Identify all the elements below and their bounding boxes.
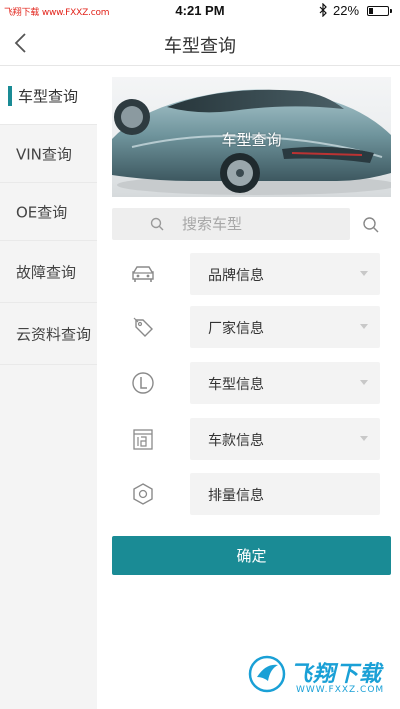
tag-icon [133,317,153,337]
sidebar-item-vehicle-model[interactable]: 车型查询 [0,67,97,125]
hexagon-icon [133,483,153,505]
banner-image: 车型查询 [112,77,391,197]
banner-caption: 车型查询 [221,131,282,149]
status-bar: 飞翔下载 www.FXXZ.com 4:21 PM 22% [0,0,400,22]
search-icon[interactable] [362,216,380,234]
letter-l-icon [132,372,154,394]
sidebar: 车型查询 VIN查询 OE查询 故障查询 云资料查询 [0,67,97,709]
watermark-brand: 飞翔下载 [290,662,383,687]
sidebar-item-fault[interactable]: 故障查询 [0,241,97,303]
car-icon [132,266,154,282]
filter-row-version: 车款信息 [112,418,392,460]
version-select[interactable]: 车款信息 [190,418,380,460]
filter-row-displacement: 排量信息 [112,473,392,515]
chevron-down-icon [360,271,368,276]
sidebar-item-label: OE查询 [16,203,68,221]
brand-select[interactable]: 品牌信息 [190,253,380,295]
search-box [112,208,350,240]
sidebar-item-label: 云资料查询 [16,325,92,343]
brand-select-label: 品牌信息 [208,268,264,284]
active-indicator [8,86,12,106]
chevron-down-icon [360,380,368,385]
nav-bar: 车型查询 [0,22,400,66]
calendar-icon [133,429,153,450]
version-select-label: 车款信息 [208,433,264,449]
filter-row-brand: 品牌信息 [112,253,392,295]
sidebar-item-cloud-data[interactable]: 云资料查询 [0,303,97,365]
manufacturer-select-label: 厂家信息 [208,321,264,337]
bluetooth-icon [319,3,327,17]
displacement-select-label: 排量信息 [208,488,264,504]
sidebar-item-label: 故障查询 [16,263,77,281]
confirm-button[interactable]: 确定 [112,536,391,575]
sidebar-item-label: VIN查询 [16,145,72,163]
filter-row-manufacturer: 厂家信息 [112,306,392,348]
filter-row-model: 车型信息 [112,362,392,404]
watermark-url: WWW.FXXZ.COM [296,685,385,695]
displacement-select[interactable]: 排量信息 [190,473,380,515]
battery-percent: 22% [333,3,360,18]
battery-cap [390,9,392,13]
sidebar-item-oe[interactable]: OE查询 [0,183,97,241]
model-select-label: 车型信息 [208,377,264,393]
chevron-down-icon [360,324,368,329]
page-title: 车型查询 [164,36,236,57]
battery-level [369,8,373,14]
sidebar-item-label: 车型查询 [18,87,79,105]
sidebar-item-vin[interactable]: VIN查询 [0,125,97,183]
battery-icon [367,6,389,16]
chevron-down-icon [360,436,368,441]
watermark-logo-icon [248,655,286,693]
search-input[interactable] [182,212,342,236]
manufacturer-select[interactable]: 厂家信息 [190,306,380,348]
search-icon [150,217,164,231]
model-select[interactable]: 车型信息 [190,362,380,404]
